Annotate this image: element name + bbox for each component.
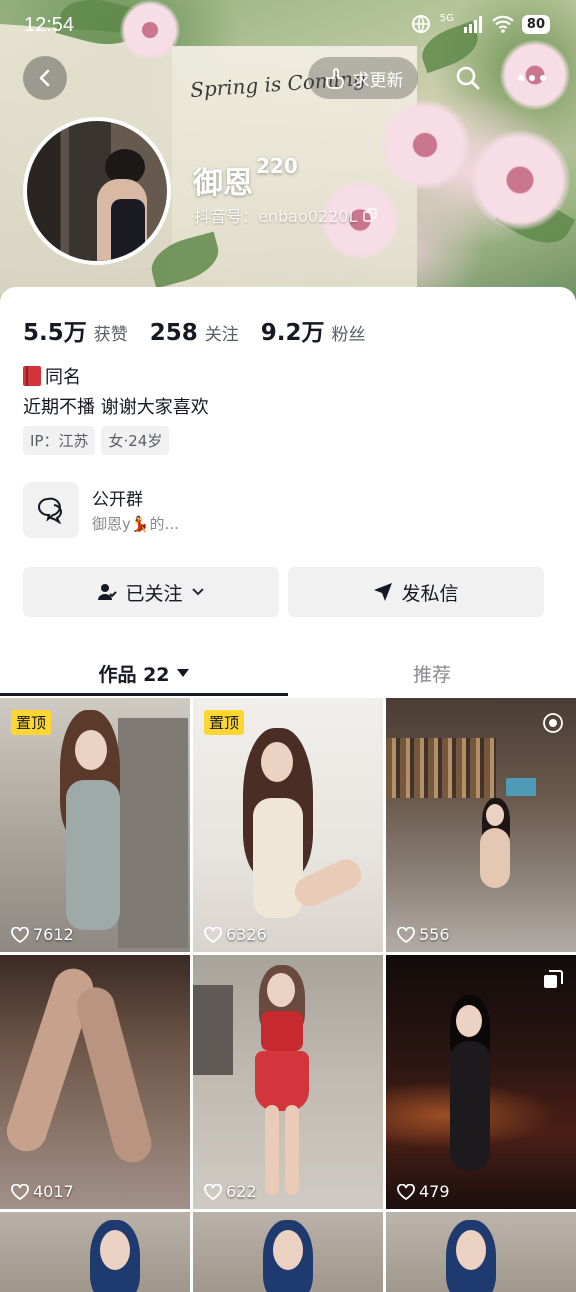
content-tabs: 作品 22 推荐: [0, 647, 576, 699]
tag-ip: IP：江苏: [23, 426, 96, 455]
search-icon: [456, 66, 480, 90]
chat-bubbles-icon: [38, 497, 62, 524]
globe-icon: [411, 15, 430, 33]
nickname-suffix: 220: [256, 154, 298, 178]
profile-tags: IP：江苏 女·24岁: [23, 426, 170, 455]
request-update-button[interactable]: 求更新: [308, 57, 418, 99]
video-card[interactable]: [0, 1212, 190, 1292]
douyin-id[interactable]: 抖音号：enbao0220L: [194, 203, 378, 227]
search-button[interactable]: [450, 60, 486, 96]
chevron-down-icon: [191, 588, 204, 596]
followed-label: 已关注: [125, 582, 183, 605]
video-card[interactable]: 479: [386, 955, 576, 1209]
signal-icon: [463, 16, 482, 33]
video-card[interactable]: [193, 1212, 383, 1292]
video-likes: 4017: [11, 1182, 74, 1201]
cover-flower: [470, 130, 570, 230]
back-icon: [39, 69, 50, 87]
profile-nickname: 御恩 220: [193, 154, 298, 201]
tab-works[interactable]: 作品 22: [0, 647, 288, 699]
status-time: 12:54: [24, 14, 75, 36]
heart-icon: [397, 926, 415, 943]
gallery-icon: [544, 970, 563, 988]
more-icon: [518, 75, 546, 81]
stat-likes[interactable]: 5.5万 获赞: [23, 313, 128, 347]
video-likes: 622: [204, 1182, 257, 1201]
wifi-icon: [492, 15, 514, 33]
battery-indicator: 80: [521, 14, 550, 34]
tag-gender-age: 女·24岁: [101, 426, 170, 455]
tab-works-label: 作品 22: [98, 663, 170, 686]
cover-flower: [380, 100, 470, 190]
send-message-label: 发私信: [401, 582, 459, 605]
network-label: 5G: [439, 12, 454, 24]
tab-indicator: [0, 693, 288, 696]
hand-pointer-icon: [325, 68, 344, 89]
pinned-badge: 置顶: [204, 710, 245, 735]
video-card[interactable]: [386, 1212, 576, 1292]
followed-button[interactable]: 已关注: [23, 567, 279, 617]
heart-icon: [397, 1183, 415, 1200]
stat-followers[interactable]: 9.2万 粉丝: [261, 313, 366, 347]
status-bar: 12:54 5G 80: [0, 0, 576, 50]
send-icon: [374, 583, 393, 601]
user-check-icon: [98, 584, 118, 600]
request-update-label: 求更新: [352, 70, 404, 91]
video-card[interactable]: 置顶 7612: [0, 698, 190, 952]
copy-icon[interactable]: [363, 208, 378, 222]
stat-following[interactable]: 258 关注: [150, 320, 239, 346]
pinned-badge: 置顶: [11, 710, 52, 735]
red-book-icon: [23, 366, 41, 386]
group-title: 公开群: [92, 490, 143, 510]
avatar[interactable]: [23, 117, 171, 265]
douyin-id-text: 抖音号：enbao0220L: [194, 207, 358, 226]
profile-stats: 5.5万 获赞 258 关注 9.2万 粉丝: [23, 313, 388, 347]
back-button[interactable]: [23, 56, 67, 100]
profile-card: 5.5万 获赞 258 关注 9.2万 粉丝 同名 近期不播 谢谢大家喜欢 IP：江苏…: [0, 287, 576, 1292]
heart-icon: [204, 926, 222, 943]
video-card[interactable]: 622: [193, 955, 383, 1209]
tab-recommend-label: 推荐: [412, 663, 451, 686]
group-subtitle: 御恩y💃的...: [92, 515, 179, 533]
triangle-down-icon: [176, 669, 189, 677]
video-card[interactable]: 556: [386, 698, 576, 952]
public-group-entry[interactable]: 公开群 御恩y💃的...: [23, 482, 423, 540]
video-card[interactable]: 置顶 6326: [193, 698, 383, 952]
bio-line-2: 近期不播 谢谢大家喜欢: [23, 397, 209, 418]
group-icon-box: [23, 482, 79, 538]
heart-icon: [11, 926, 29, 943]
heart-icon: [11, 1183, 29, 1200]
video-likes: 7612: [11, 925, 74, 944]
live-icon: [543, 713, 563, 733]
send-message-button[interactable]: 发私信: [288, 567, 544, 617]
video-card[interactable]: 4017: [0, 955, 190, 1209]
tab-recommend[interactable]: 推荐: [288, 647, 576, 699]
more-button[interactable]: [512, 60, 552, 96]
heart-icon: [204, 1183, 222, 1200]
video-likes: 479: [397, 1182, 450, 1201]
video-likes: 6326: [204, 925, 267, 944]
bio-line-1: 同名: [23, 363, 81, 389]
video-likes: 556: [397, 925, 450, 944]
